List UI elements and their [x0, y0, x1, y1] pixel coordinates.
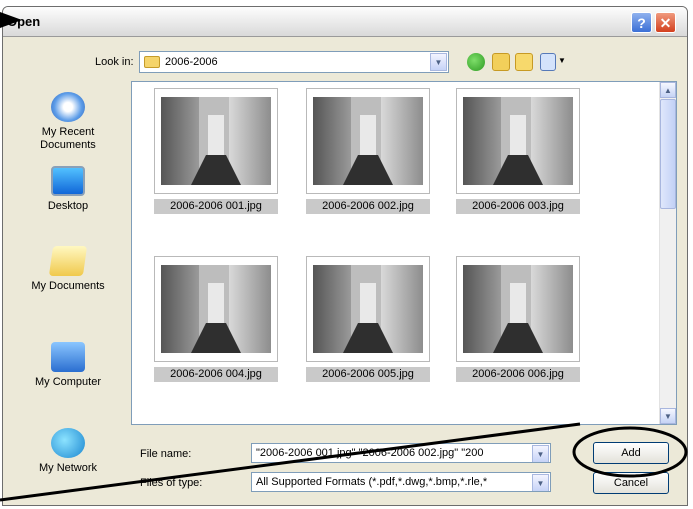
file-name-label: 2006-2006 001.jpg [154, 199, 278, 214]
file-thumbnail[interactable]: 2006-2006 004.jpg [154, 256, 278, 382]
desktop-icon [51, 166, 85, 196]
thumbnail-frame [306, 256, 430, 362]
hallway-photo [161, 265, 271, 353]
up-folder-icon[interactable] [492, 53, 510, 71]
thumbnail-frame [306, 88, 430, 194]
place-label: My Network [38, 462, 98, 474]
my-documents-icon [48, 246, 88, 276]
hallway-photo [463, 97, 573, 185]
title-bar[interactable]: Open ? ✕ [3, 7, 687, 37]
place-my-network[interactable]: My Network [6, 428, 130, 475]
file-thumbnail[interactable]: 2006-2006 006.jpg [456, 256, 580, 382]
look-in-dropdown[interactable]: 2006-2006 ▼ [139, 51, 449, 73]
back-icon[interactable] [467, 53, 485, 71]
add-button[interactable]: Add [593, 442, 669, 464]
scroll-down-icon[interactable]: ▼ [660, 408, 676, 424]
file-list[interactable]: 2006-2006 001.jpg 2006-2006 002.jpg 2006… [131, 81, 677, 425]
hallway-photo [313, 265, 423, 353]
chevron-down-icon[interactable]: ▼ [430, 53, 447, 71]
views-menu-icon[interactable] [540, 53, 556, 71]
hallway-photo [161, 97, 271, 185]
scroll-thumb[interactable] [660, 99, 676, 209]
thumbnail-frame [154, 256, 278, 362]
chevron-down-icon[interactable]: ▼ [532, 474, 549, 491]
file-thumbnail[interactable]: 2006-2006 003.jpg [456, 88, 580, 214]
hallway-photo [463, 265, 573, 353]
my-network-icon [51, 428, 85, 458]
chevron-down-icon[interactable]: ▼ [532, 445, 549, 462]
place-label: My Computer [34, 376, 102, 388]
file-type-dropdown[interactable]: All Supported Formats (*.pdf,*.dwg,*.bmp… [251, 472, 551, 492]
file-name-label: File name: [140, 448, 192, 460]
cancel-button[interactable]: Cancel [593, 472, 669, 494]
close-button[interactable]: ✕ [655, 12, 676, 33]
file-name-input[interactable]: "2006-2006 001.jpg" "2006-2006 002.jpg" … [251, 443, 551, 463]
place-label: Desktop [47, 200, 89, 212]
place-label: My Documents [31, 280, 105, 292]
file-name-label: 2006-2006 005.jpg [306, 367, 430, 382]
file-name-value: "2006-2006 001.jpg" "2006-2006 002.jpg" … [256, 447, 484, 459]
file-name-label: 2006-2006 003.jpg [456, 199, 580, 214]
file-type-label: Files of type: [140, 477, 203, 489]
scroll-up-icon[interactable]: ▲ [660, 82, 676, 98]
folder-icon [144, 56, 160, 68]
look-in-label: Look in: [95, 56, 134, 68]
file-name-label: 2006-2006 004.jpg [154, 367, 278, 382]
new-folder-icon[interactable] [515, 53, 533, 71]
file-name-label: 2006-2006 002.jpg [306, 199, 430, 214]
file-thumbnail[interactable]: 2006-2006 002.jpg [306, 88, 430, 214]
file-name-label: 2006-2006 006.jpg [456, 367, 580, 382]
recent-documents-icon [51, 92, 85, 122]
look-in-value: 2006-2006 [165, 56, 218, 68]
place-desktop[interactable]: Desktop [6, 166, 130, 213]
vertical-scrollbar[interactable]: ▲ ▼ [659, 82, 676, 424]
help-button[interactable]: ? [631, 12, 652, 33]
file-thumbnail[interactable]: 2006-2006 005.jpg [306, 256, 430, 382]
views-caret-icon[interactable]: ▼ [558, 56, 566, 65]
place-label: My Recent Documents [40, 126, 96, 151]
thumbnail-frame [154, 88, 278, 194]
file-thumbnail[interactable]: 2006-2006 001.jpg [154, 88, 278, 214]
place-my-recent-documents[interactable]: My Recent Documents [6, 92, 130, 152]
my-computer-icon [51, 342, 85, 372]
thumbnail-frame [456, 256, 580, 362]
thumbnail-frame [456, 88, 580, 194]
place-my-computer[interactable]: My Computer [6, 342, 130, 389]
dialog-title: Open [7, 14, 41, 29]
place-my-documents[interactable]: My Documents [6, 246, 130, 293]
open-dialog: Open ? ✕ Look in: 2006-2006 ▼ ▼ My Recen… [2, 6, 688, 506]
places-bar: My Recent Documents Desktop My Documents… [6, 78, 130, 502]
file-type-value: All Supported Formats (*.pdf,*.dwg,*.bmp… [256, 476, 488, 488]
hallway-photo [313, 97, 423, 185]
